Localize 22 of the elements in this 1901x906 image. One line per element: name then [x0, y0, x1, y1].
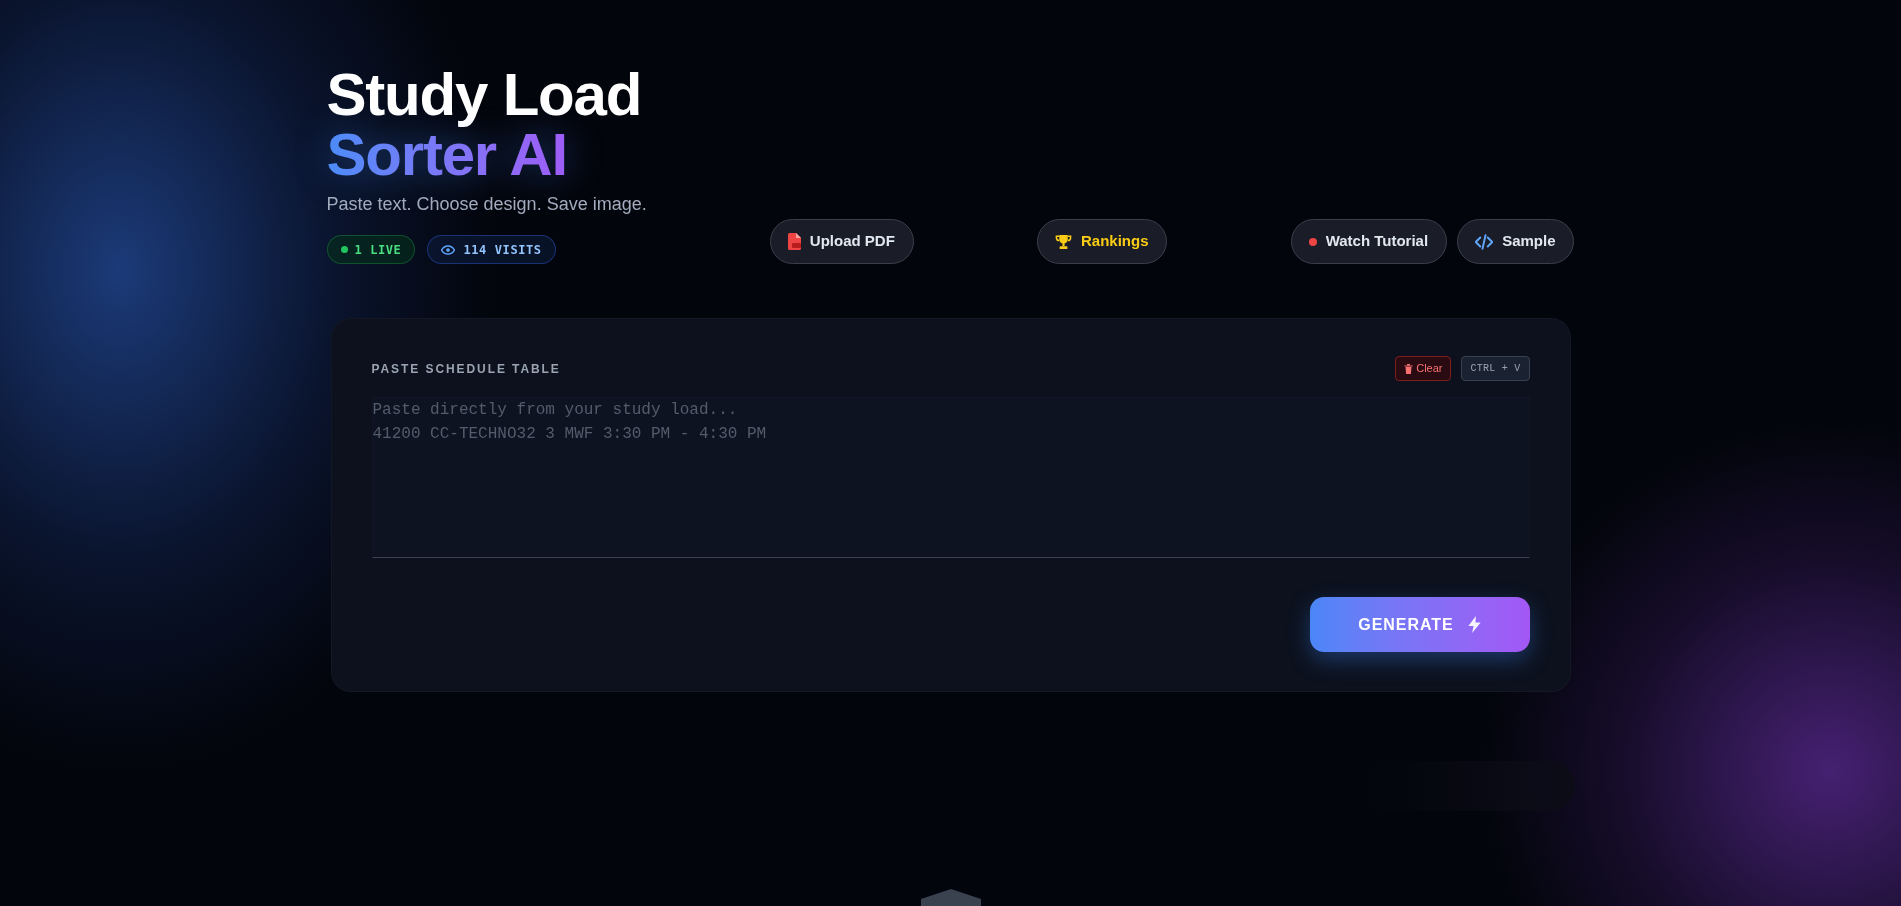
generate-button[interactable]: GENERATE [1309, 597, 1530, 652]
upload-pdf-button[interactable]: Upload PDF [769, 219, 914, 264]
section-heading: PASTE SCHEDULE TABLE [371, 360, 561, 378]
rankings-button[interactable]: Rankings [1036, 219, 1168, 264]
live-dot-icon [340, 246, 348, 253]
clear-button[interactable]: Clear [1395, 356, 1452, 381]
visits-count-text: 114 VISITS [463, 241, 542, 259]
live-count-text: 1 LIVE [354, 241, 402, 259]
eye-icon [441, 244, 456, 255]
hexagon-shape [920, 889, 981, 906]
app-title: Study Load [326, 65, 643, 125]
trophy-icon [1054, 233, 1072, 250]
record-dot-icon [1308, 237, 1317, 246]
tagline: Paste text. Choose design. Save image. [326, 193, 647, 216]
code-icon [1475, 233, 1494, 250]
lightning-icon [1467, 616, 1481, 633]
shortcut-hint: CTRL + V [1461, 356, 1530, 381]
sample-button[interactable]: Sample [1457, 219, 1575, 264]
pdf-file-icon [787, 233, 801, 250]
watch-tutorial-button[interactable]: Watch Tutorial [1290, 219, 1448, 264]
schedule-input-field[interactable]: Paste directly from your study load... 41200 CC-TECHNO32 3 MWF 3:30 PM - 4:30 PM [371, 397, 1530, 558]
trash-icon [1404, 363, 1414, 374]
